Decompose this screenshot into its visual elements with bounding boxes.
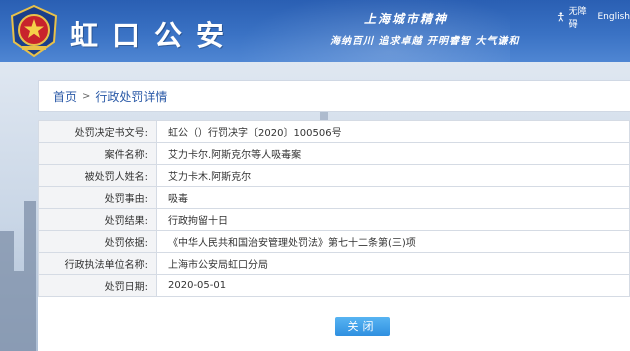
row-value: 行政拘留十日 (156, 208, 630, 231)
row-value: 艾力卡尔.阿斯克尔等人吸毒案 (156, 142, 630, 165)
table-row: 案件名称: 艾力卡尔.阿斯克尔等人吸毒案 (38, 142, 630, 165)
police-emblem-icon (10, 4, 58, 58)
row-label: 处罚事由: (38, 186, 157, 209)
slogan-text: 海纳百川 追求卓越 开明睿智 大气谦和 (330, 36, 520, 47)
slogan-title: 上海城市精神 (364, 12, 449, 26)
row-value: 吸毒 (156, 186, 630, 209)
row-label: 被处罚人姓名: (38, 164, 157, 187)
table-row: 处罚结果: 行政拘留十日 (38, 208, 630, 231)
row-label: 行政执法单位名称: (38, 252, 157, 275)
row-label: 案件名称: (38, 142, 157, 165)
row-value: 艾力卡木.阿斯克尔 (156, 164, 630, 187)
accessibility-icon[interactable] (556, 12, 566, 22)
row-label: 处罚结果: (38, 208, 157, 231)
table-row: 行政执法单位名称: 上海市公安局虹口分局 (38, 252, 630, 275)
row-label: 处罚日期: (38, 274, 157, 297)
row-value: 2020-05-01 (156, 274, 630, 297)
table-row: 处罚日期: 2020-05-01 (38, 274, 630, 297)
row-label: 处罚依据: (38, 230, 157, 253)
breadcrumb: 首页 > 行政处罚详情 (38, 80, 630, 112)
header-decoration (210, 0, 510, 62)
table-row: 被处罚人姓名: 艾力卡木.阿斯克尔 (38, 164, 630, 187)
row-value: 《中华人民共和国治安管理处罚法》第七十二条第(三)项 (156, 230, 630, 253)
accessibility-link[interactable]: 无障碍 (569, 4, 595, 30)
site-title: 虹口公安 (70, 19, 239, 52)
breadcrumb-separator: > (82, 90, 91, 102)
breadcrumb-home[interactable]: 首页 (53, 88, 77, 105)
site-header: 虹口公安 上海城市精神 海纳百川 追求卓越 开明睿智 大气谦和 无障碍 Engl… (0, 0, 630, 62)
close-button[interactable]: 关闭 (335, 317, 390, 336)
table-row: 处罚决定书文号: 虹公（）行罚决字〔2020〕100506号 (38, 120, 630, 143)
breadcrumb-current: 行政处罚详情 (95, 89, 168, 104)
table-row: 处罚事由: 吸毒 (38, 186, 630, 209)
detail-panel: 处罚决定书文号: 虹公（）行罚决字〔2020〕100506号 案件名称: 艾力卡尔.阿… (38, 120, 630, 351)
top-links: 无障碍 English (556, 4, 630, 30)
row-label: 处罚决定书文号: (38, 120, 157, 143)
row-value: 上海市公安局虹口分局 (156, 252, 630, 275)
table-row: 处罚依据: 《中华人民共和国治安管理处罚法》第七十二条第(三)项 (38, 230, 630, 253)
row-value: 虹公（）行罚决字〔2020〕100506号 (156, 120, 630, 143)
english-link[interactable]: English (598, 12, 630, 22)
detail-table: 处罚决定书文号: 虹公（）行罚决字〔2020〕100506号 案件名称: 艾力卡尔.阿… (38, 120, 630, 297)
